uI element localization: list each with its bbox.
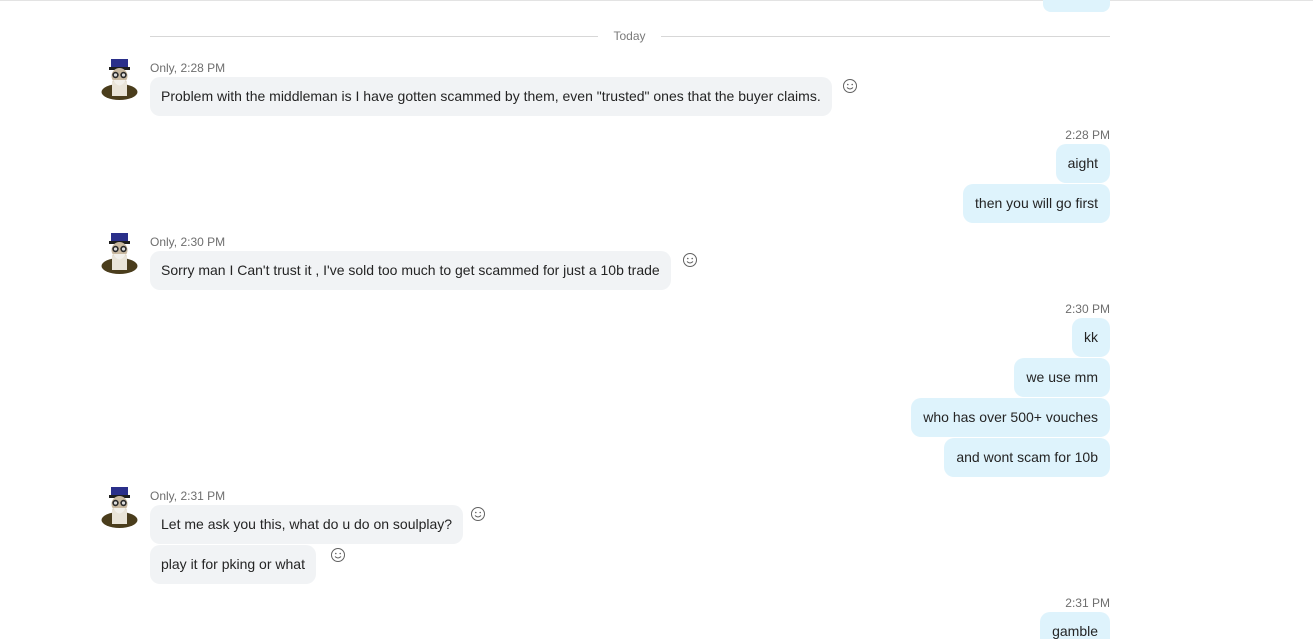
message-meta: 2:31 PM	[1065, 596, 1110, 610]
chat-conversation: Today Only, 2:28 PM Problem with the mid…	[0, 0, 1313, 639]
incoming-message-bubble[interactable]: play it for pking or what	[150, 545, 316, 584]
divider-line-right	[661, 36, 1110, 37]
contact-avatar-icon[interactable]	[101, 486, 138, 528]
contact-avatar-icon[interactable]	[101, 58, 138, 100]
incoming-message-bubble[interactable]: Problem with the middleman is I have got…	[150, 77, 832, 116]
incoming-message-bubble[interactable]: Sorry man I Can't trust it , I've sold t…	[150, 251, 671, 290]
outgoing-message-bubble[interactable]: gamble	[1040, 612, 1110, 639]
previous-outgoing-message-bubble[interactable]	[1043, 0, 1110, 12]
smiley-reaction-icon[interactable]	[330, 547, 346, 563]
date-divider-label: Today	[613, 29, 646, 43]
message-meta: Only, 2:31 PM	[150, 489, 226, 503]
message-meta: 2:30 PM	[1065, 302, 1110, 316]
outgoing-message-bubble[interactable]: we use mm	[1014, 358, 1110, 397]
outgoing-message-bubble[interactable]: aight	[1055, 144, 1110, 183]
date-divider: Today	[150, 28, 1110, 46]
smiley-reaction-icon[interactable]	[682, 252, 698, 268]
smiley-reaction-icon[interactable]	[470, 506, 486, 522]
outgoing-message-bubble[interactable]: who has over 500+ vouches	[911, 398, 1110, 437]
message-meta: 2:28 PM	[1065, 128, 1110, 142]
outgoing-message-bubble[interactable]: kk	[1072, 318, 1110, 357]
outgoing-message-bubble[interactable]: and wont scam for 10b	[944, 438, 1110, 477]
message-meta: Only, 2:30 PM	[150, 235, 226, 249]
smiley-reaction-icon[interactable]	[842, 78, 858, 94]
divider-line-left	[150, 36, 598, 37]
outgoing-message-bubble[interactable]: then you will go first	[963, 184, 1110, 223]
incoming-message-bubble[interactable]: Let me ask you this, what do u do on sou…	[150, 505, 464, 544]
message-meta: Only, 2:28 PM	[150, 61, 226, 75]
contact-avatar-icon[interactable]	[101, 232, 138, 274]
